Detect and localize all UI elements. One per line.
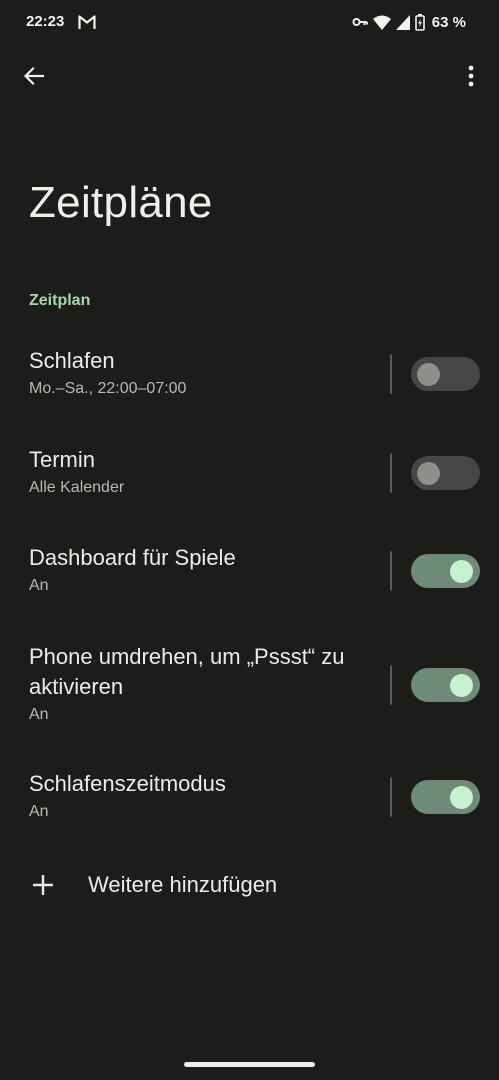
toggle-thumb: [450, 560, 473, 583]
schedule-toggle[interactable]: [411, 554, 480, 588]
schedule-item-termin[interactable]: Termin Alle Kalender: [0, 445, 499, 505]
schedule-title: Dashboard für Spiele: [29, 545, 236, 570]
schedule-item-text: Dashboard für Spiele An: [29, 543, 369, 597]
add-schedule-label: Weitere hinzufügen: [88, 872, 278, 897]
schedule-title: Termin: [29, 447, 96, 472]
schedule-item-text: Phone umdrehen, um „Pssst“ zu aktivieren…: [29, 642, 369, 726]
schedule-title: Phone umdrehen, um „Pssst“ zu aktivieren: [29, 644, 345, 699]
schedule-toggle[interactable]: [411, 780, 480, 814]
add-schedule-button[interactable]: Weitere hinzufügen: [0, 860, 499, 910]
schedule-subtitle: An: [29, 803, 49, 820]
toggle-thumb: [417, 363, 440, 386]
toggle-thumb: [417, 462, 440, 485]
divider: [390, 354, 392, 394]
toggle-thumb: [450, 786, 473, 809]
vpn-key-icon: [352, 18, 368, 26]
schedule-subtitle: Alle Kalender: [29, 479, 125, 496]
divider: [390, 453, 392, 493]
divider: [390, 665, 392, 705]
plus-icon: [33, 875, 53, 895]
battery-charging-icon: [414, 13, 425, 31]
schedule-subtitle: An: [29, 577, 49, 594]
wifi-icon: [372, 15, 391, 30]
schedule-item-phone-umdrehen[interactable]: Phone umdrehen, um „Pssst“ zu aktivieren…: [0, 642, 499, 732]
page-title: Zeitpläne: [29, 178, 213, 227]
navigation-handle[interactable]: [184, 1062, 315, 1067]
gmail-icon: [78, 15, 96, 29]
schedule-title: Schlafenszeitmodus: [29, 771, 226, 796]
schedule-item-text: Termin Alle Kalender: [29, 445, 369, 499]
schedule-item-text: Schlafen Mo.–Sa., 22:00–07:00: [29, 346, 369, 400]
battery-percent: 63 %: [431, 13, 466, 31]
divider: [390, 777, 392, 817]
schedule-subtitle: Mo.–Sa., 22:00–07:00: [29, 380, 187, 397]
schedule-item-schlafenszeitmodus[interactable]: Schlafenszeitmodus An: [0, 769, 499, 829]
more-options-button[interactable]: [451, 56, 491, 96]
schedule-item-schlafen[interactable]: Schlafen Mo.–Sa., 22:00–07:00: [0, 346, 499, 406]
status-time: 22:23: [26, 13, 65, 30]
status-bar: 22:23 63 %: [0, 0, 499, 44]
schedule-item-text: Schlafenszeitmodus An: [29, 769, 369, 823]
schedule-title: Schlafen: [29, 348, 115, 373]
schedule-toggle[interactable]: [411, 357, 480, 391]
schedule-item-dashboard-fuer-spiele[interactable]: Dashboard für Spiele An: [0, 543, 499, 603]
more-vert-icon: [468, 65, 474, 87]
schedule-toggle[interactable]: [411, 456, 480, 490]
signal-icon: [395, 14, 410, 30]
arrow-back-icon: [23, 66, 45, 86]
section-header: Zeitplan: [29, 292, 91, 309]
divider: [390, 551, 392, 591]
schedule-subtitle: An: [29, 706, 49, 723]
toggle-thumb: [450, 674, 473, 697]
app-bar: [0, 44, 499, 114]
schedule-toggle[interactable]: [411, 668, 480, 702]
back-button[interactable]: [14, 56, 54, 96]
status-icons: 63 %: [352, 10, 466, 34]
